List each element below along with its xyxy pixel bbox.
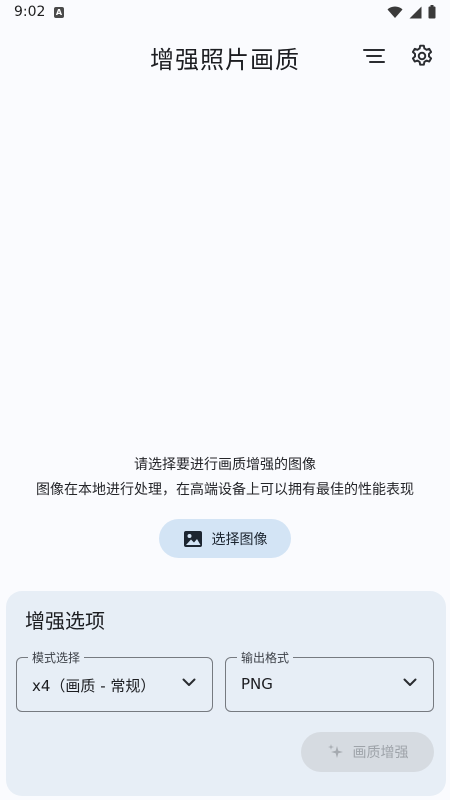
mode-select-value: x4（画质 - 常规） bbox=[32, 677, 156, 695]
notification-a-icon: A bbox=[54, 7, 64, 18]
status-time: 9:02 bbox=[14, 4, 46, 20]
sparkle-icon bbox=[327, 744, 343, 758]
status-icons bbox=[387, 5, 436, 19]
app-bar: 增强照片画质 bbox=[0, 30, 450, 82]
enhance-button[interactable]: 画质增强 bbox=[301, 732, 434, 772]
mode-select[interactable]: 模式选择 x4（画质 - 常规） bbox=[16, 649, 213, 712]
status-bar: 9:02 A bbox=[0, 0, 450, 26]
select-image-label: 选择图像 bbox=[211, 531, 268, 548]
gear-icon bbox=[411, 44, 433, 66]
battery-icon bbox=[428, 5, 436, 19]
chevron-down-icon bbox=[182, 678, 196, 686]
chevron-down-icon bbox=[403, 678, 417, 686]
image-icon bbox=[183, 530, 202, 547]
empty-state-line-1: 请选择要进行画质增强的图像 bbox=[134, 457, 316, 473]
enhance-button-label: 画质增强 bbox=[352, 745, 409, 761]
format-select-label: 输出格式 bbox=[237, 649, 294, 666]
empty-state-line-2: 图像在本地进行处理，在高端设备上可以拥有最佳的性能表现 bbox=[36, 482, 414, 498]
select-image-button[interactable]: 选择图像 bbox=[159, 519, 291, 558]
wifi-icon bbox=[387, 6, 403, 18]
mode-select-label: 模式选择 bbox=[28, 649, 85, 666]
sort-menu-button[interactable] bbox=[356, 38, 392, 74]
format-select[interactable]: 输出格式 PNG bbox=[225, 649, 434, 712]
enhance-options-panel: 增强选项 模式选择 x4（画质 - 常规） 输出格式 PNG 画质增强 bbox=[6, 591, 446, 796]
format-select-value: PNG bbox=[241, 675, 273, 693]
settings-button[interactable] bbox=[404, 38, 440, 74]
signal-icon bbox=[409, 6, 422, 18]
sort-lines-icon bbox=[363, 49, 385, 63]
options-title: 增强选项 bbox=[25, 609, 105, 633]
